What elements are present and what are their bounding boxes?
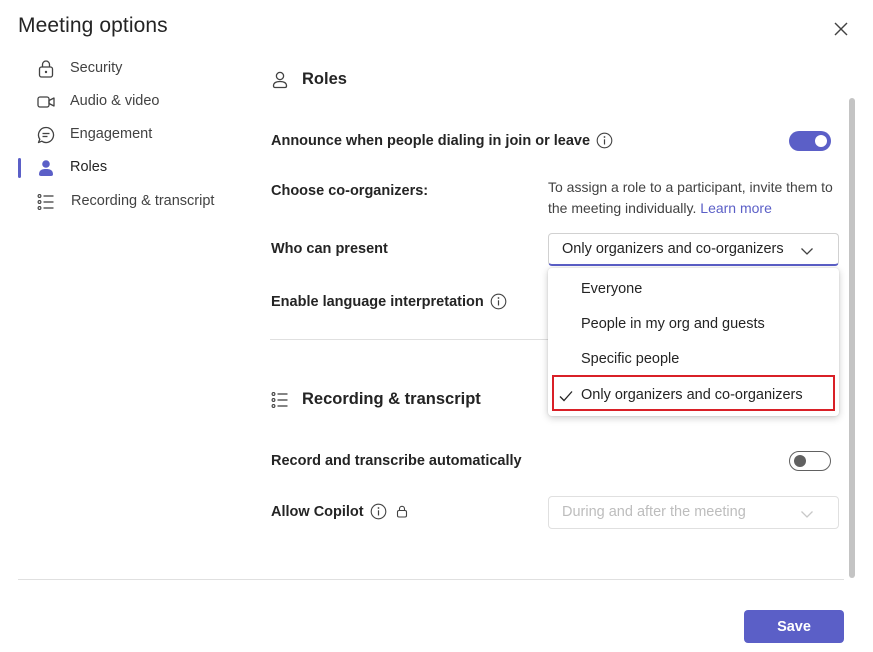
allow-copilot-row: Allow Copilot <box>271 503 408 520</box>
info-icon[interactable] <box>370 503 387 520</box>
who-can-present-label: Who can present <box>271 241 388 257</box>
lock-icon <box>38 60 54 78</box>
selection-highlight-box <box>552 375 835 411</box>
menu-item-org-and-guests[interactable]: People in my org and guests <box>548 308 839 341</box>
language-interpretation-label: Enable language interpretation <box>271 293 484 310</box>
save-button[interactable]: Save <box>744 610 844 643</box>
active-indicator <box>18 158 21 178</box>
footer-divider <box>18 579 844 580</box>
sidebar-item-label: Audio & video <box>70 93 160 109</box>
record-auto-toggle[interactable] <box>789 451 831 471</box>
co-organizers-helper: To assign a role to a participant, invit… <box>548 177 838 219</box>
person-outline-icon <box>272 71 288 89</box>
announce-label: Announce when people dialing in join or … <box>271 132 591 149</box>
section-title: Roles <box>302 70 347 88</box>
helper-text: To assign a role to a participant, invit… <box>548 179 833 216</box>
menu-item-label: Everyone <box>581 281 643 297</box>
lock-icon <box>396 505 407 518</box>
learn-more-link[interactable]: Learn more <box>700 200 772 216</box>
who-can-present-dropdown[interactable]: Only organizers and co-organizers <box>548 233 839 266</box>
language-interpretation-row: Enable language interpretation <box>271 293 507 310</box>
sidebar-item-label: Roles <box>70 159 108 175</box>
chevron-down-icon <box>801 511 813 518</box>
allow-copilot-dropdown: During and after the meeting <box>548 496 839 529</box>
recording-heading: Recording & transcript <box>270 388 530 414</box>
menu-item-label: Specific people <box>581 351 680 367</box>
announce-row: Announce when people dialing in join or … <box>271 132 613 149</box>
roles-heading: Roles <box>270 68 470 94</box>
sidebar-item-recording[interactable]: Recording & transcript <box>18 188 228 216</box>
sidebar-item-label: Recording & transcript <box>71 193 215 209</box>
allow-copilot-label: Allow Copilot <box>271 503 364 520</box>
menu-item-everyone[interactable]: Everyone <box>548 273 839 306</box>
chat-icon <box>37 126 55 144</box>
toggle-knob <box>815 135 827 147</box>
video-icon <box>37 96 55 108</box>
sidebar-item-security[interactable]: Security <box>18 55 218 83</box>
chevron-down-icon <box>801 248 813 255</box>
co-organizers-label: Choose co-organizers: <box>271 183 429 199</box>
menu-item-label: People in my org and guests <box>581 316 765 332</box>
dropdown-value: Only organizers and co-organizers <box>562 241 784 257</box>
section-divider <box>270 339 548 340</box>
sidebar-item-engagement[interactable]: Engagement <box>18 121 218 149</box>
close-icon[interactable] <box>830 18 852 40</box>
scrollbar[interactable] <box>849 98 855 578</box>
sidebar-item-audio-video[interactable]: Audio & video <box>18 88 218 116</box>
menu-item-specific-people[interactable]: Specific people <box>548 343 839 376</box>
sidebar-item-label: Security <box>70 60 123 76</box>
record-auto-label: Record and transcribe automatically <box>271 453 522 469</box>
person-icon <box>39 160 53 176</box>
toggle-knob <box>794 455 806 467</box>
info-icon[interactable] <box>596 132 613 149</box>
sidebar-item-label: Engagement <box>70 126 153 142</box>
list-icon <box>37 194 54 210</box>
dropdown-value: During and after the meeting <box>562 504 746 520</box>
info-icon[interactable] <box>490 293 507 310</box>
list-icon <box>271 392 288 408</box>
section-title: Recording & transcript <box>302 390 481 408</box>
sidebar-item-roles[interactable]: Roles <box>18 154 218 182</box>
announce-toggle[interactable] <box>789 131 831 151</box>
dialog-title: Meeting options <box>18 14 168 37</box>
